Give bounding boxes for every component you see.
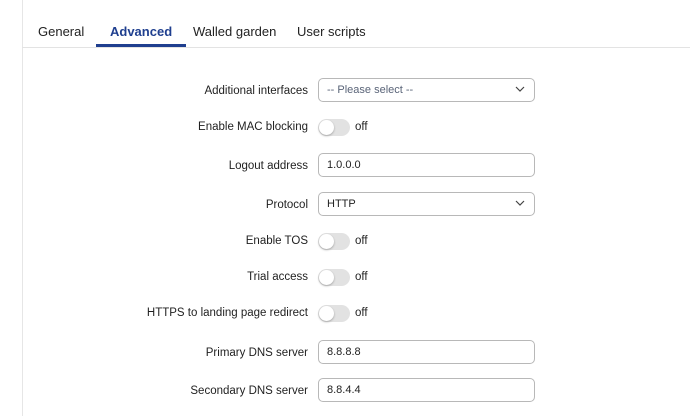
enable-mac-blocking-state: off: [355, 121, 368, 133]
toggle-knob: [319, 306, 334, 321]
additional-interfaces-label: Additional interfaces: [204, 85, 308, 97]
row-enable-mac-blocking: Enable MAC blocking off: [0, 114, 690, 140]
tab-walled-garden[interactable]: Walled garden: [193, 0, 276, 46]
chevron-down-icon: [515, 200, 525, 206]
tab-general-label: General: [38, 24, 85, 39]
row-additional-interfaces: Additional interfaces -- Please select -…: [0, 78, 690, 104]
logout-address-input[interactable]: 1.0.0.0: [318, 153, 535, 177]
trial-access-label: Trial access: [247, 271, 308, 283]
protocol-value: HTTP: [327, 198, 356, 210]
primary-dns-label: Primary DNS server: [205, 347, 308, 359]
row-protocol: Protocol HTTP: [0, 192, 690, 218]
row-secondary-dns: Secondary DNS server 8.8.4.4: [0, 378, 690, 404]
toggle-knob: [319, 234, 334, 249]
secondary-dns-input[interactable]: 8.8.4.4: [318, 378, 535, 402]
tab-advanced-label: Advanced: [110, 24, 173, 39]
enable-tos-label: Enable TOS: [245, 235, 308, 247]
row-https-redirect: HTTPS to landing page redirect off: [0, 300, 690, 326]
secondary-dns-value: 8.8.4.4: [327, 384, 361, 396]
protocol-select[interactable]: HTTP: [318, 192, 535, 216]
tab-general[interactable]: General: [38, 0, 84, 46]
trial-access-toggle[interactable]: [318, 269, 350, 286]
https-redirect-toggle[interactable]: [318, 305, 350, 322]
additional-interfaces-placeholder: -- Please select --: [327, 84, 414, 96]
enable-mac-blocking-toggle[interactable]: [318, 119, 350, 136]
row-logout-address: Logout address 1.0.0.0: [0, 153, 690, 179]
tab-bar: General Advanced Walled garden User scri…: [22, 0, 690, 48]
tab-advanced[interactable]: Advanced: [96, 0, 187, 47]
page: General Advanced Walled garden User scri…: [0, 0, 690, 416]
enable-tos-state: off: [355, 235, 368, 247]
trial-access-state: off: [355, 271, 368, 283]
logout-address-label: Logout address: [228, 160, 308, 172]
tab-user-scripts[interactable]: User scripts: [297, 0, 366, 46]
tab-walled-garden-label: Walled garden: [193, 24, 277, 39]
https-redirect-label: HTTPS to landing page redirect: [146, 307, 308, 319]
logout-address-value: 1.0.0.0: [327, 159, 361, 171]
row-enable-tos: Enable TOS off: [0, 228, 690, 254]
primary-dns-value: 8.8.8.8: [327, 346, 361, 358]
protocol-label: Protocol: [265, 199, 308, 211]
primary-dns-input[interactable]: 8.8.8.8: [318, 340, 535, 364]
enable-mac-blocking-label: Enable MAC blocking: [198, 121, 308, 133]
tab-user-scripts-label: User scripts: [297, 24, 366, 39]
toggle-knob: [319, 120, 334, 135]
active-tab-indicator: [96, 44, 187, 47]
row-primary-dns: Primary DNS server 8.8.8.8: [0, 340, 690, 366]
additional-interfaces-select[interactable]: -- Please select --: [318, 78, 535, 102]
row-trial-access: Trial access off: [0, 264, 690, 290]
enable-tos-toggle[interactable]: [318, 233, 350, 250]
chevron-down-icon: [515, 86, 525, 92]
secondary-dns-label: Secondary DNS server: [190, 385, 308, 397]
toggle-knob: [319, 270, 334, 285]
https-redirect-state: off: [355, 307, 368, 319]
